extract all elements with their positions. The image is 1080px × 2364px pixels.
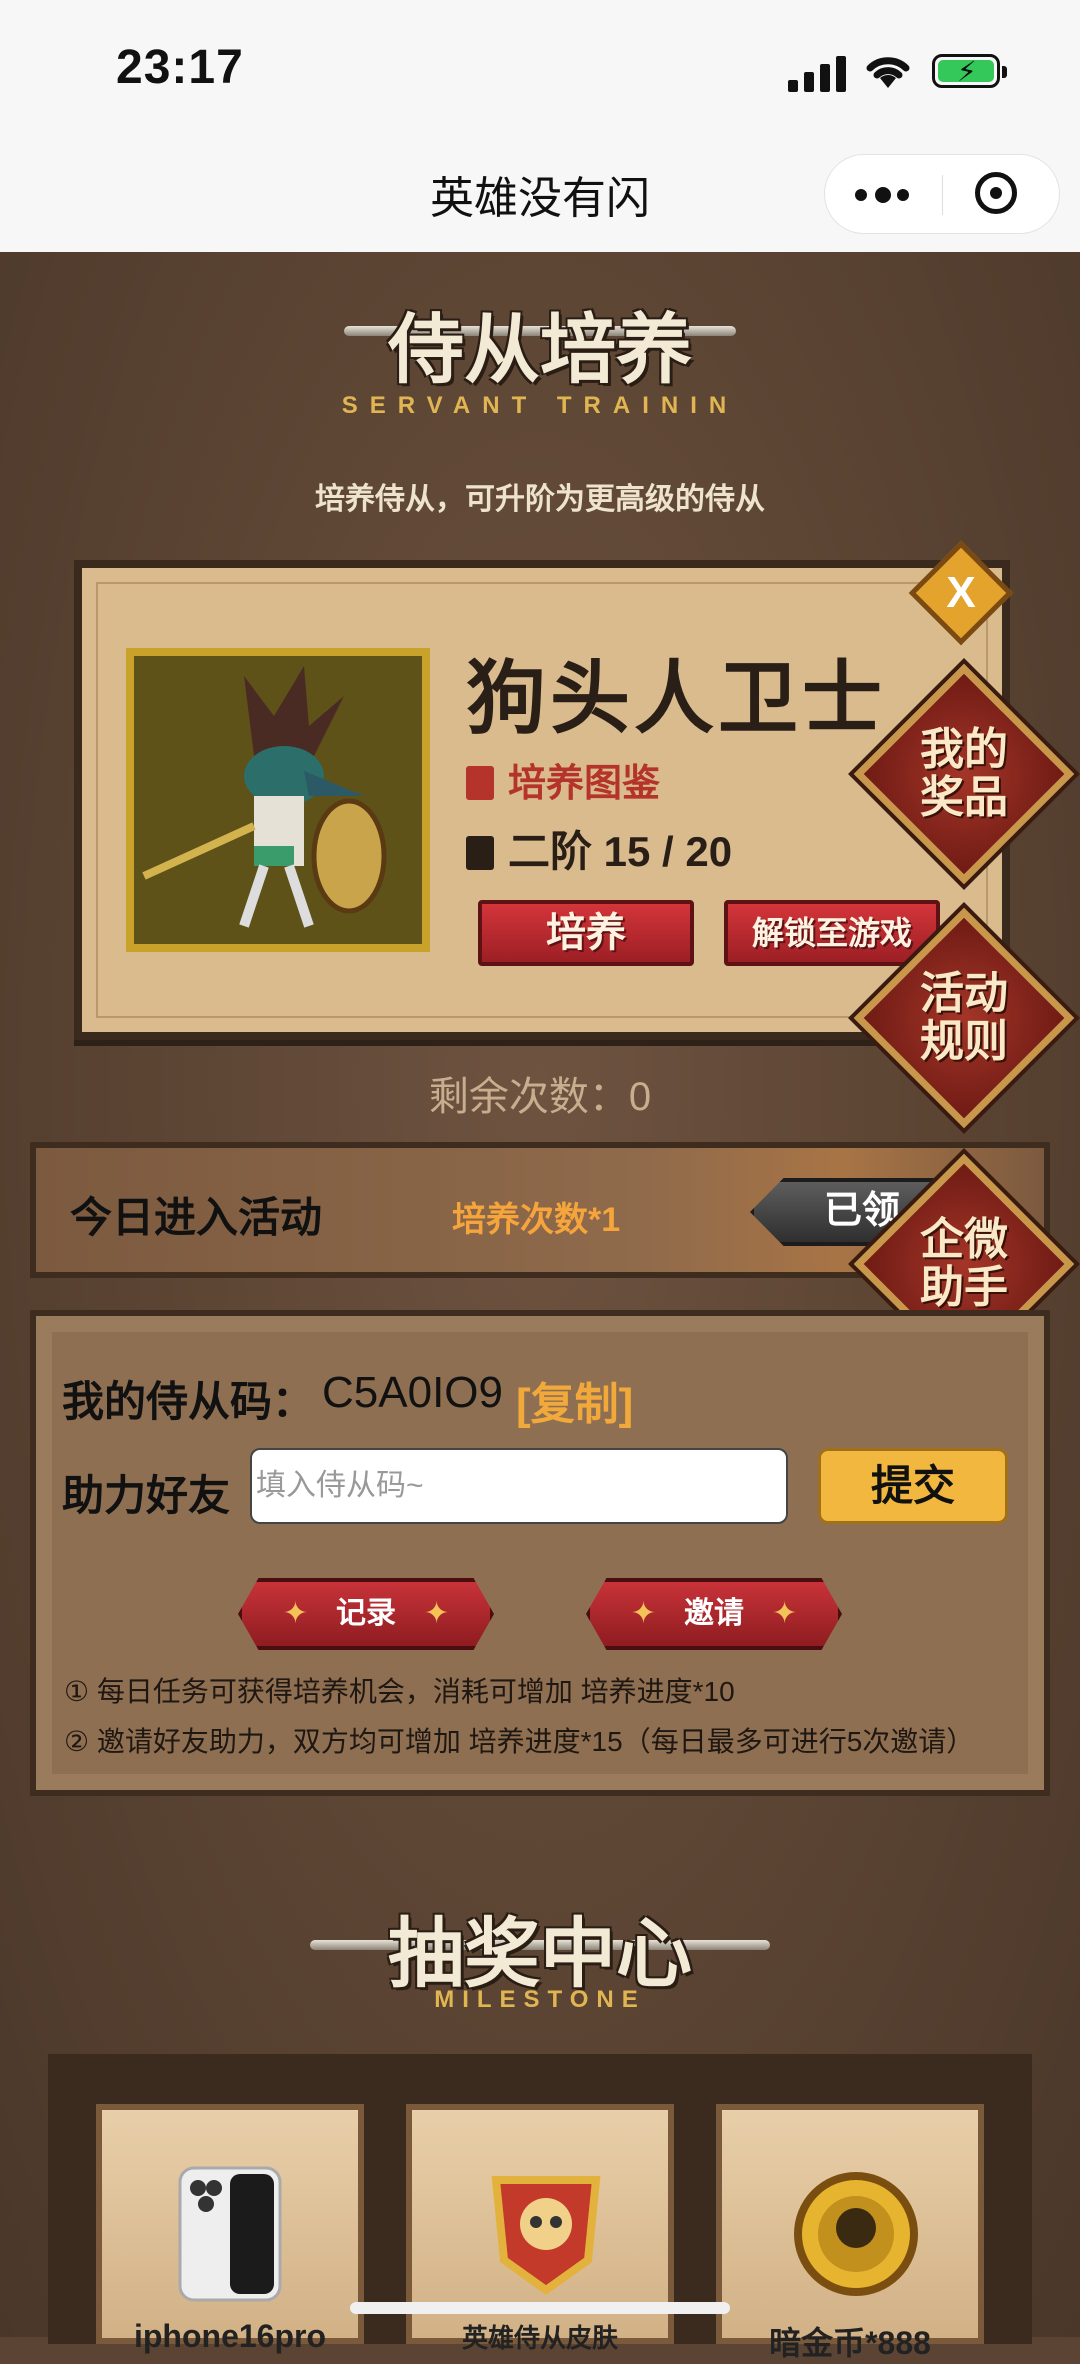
my-code-value: C5A0IO9 [322,1368,503,1417]
lottery-subtitle: MILESTONE [434,1986,646,2013]
book-icon [466,836,494,870]
close-icon: X [946,568,976,617]
close-mini-program-icon[interactable] [975,172,1017,214]
invite-button[interactable]: ✦ 邀请 ✦ [586,1578,842,1650]
book-icon [466,766,494,800]
star-icon: ✦ [424,1597,450,1630]
prize-label: 暗金币*888 [769,2325,931,2361]
prize-card[interactable] [96,2104,364,2344]
status-bar: 23:17 ⚡ [0,0,1080,140]
signal-icon [788,52,848,92]
star-icon: ✦ [630,1597,656,1630]
mini-program-capsule [824,154,1060,234]
train-button[interactable]: 培养 [478,900,694,966]
battery-icon: ⚡ [932,54,1007,88]
rule-item: ① 每日任务可获得培养机会，消耗可增加 培养进度*10 [64,1676,735,1707]
star-icon: ✦ [282,1597,308,1630]
copy-code-link[interactable]: [复制] [516,1368,633,1432]
atlas-label: 培养图鉴 [508,763,661,805]
my-code-label: 我的侍从码： [62,1378,315,1425]
training-atlas-link[interactable]: 培养图鉴 [466,752,660,807]
prize-card[interactable] [716,2104,984,2344]
skull-coin-icon [794,2172,918,2296]
today-activity-label: 今日进入活动 [70,1194,323,1241]
kobold-guard-image [134,656,422,944]
wifi-icon [866,57,910,88]
my-prizes-label: 我的 奖品 [920,725,1008,822]
unlock-to-game-button[interactable]: 解锁至游戏 [724,900,940,966]
servant-level: 二阶 15 / 20 [466,818,732,879]
servant-portrait [126,648,430,952]
level-label: 二阶 15 / 20 [508,828,733,875]
tagline: 培养侍从，可升阶为更高级的侍从 [315,483,765,516]
servant-training-title: 侍从培养 [388,308,692,393]
wecom-assistant-label: 企微 助手 [920,1215,1008,1312]
submit-button[interactable]: 提交 [818,1448,1008,1524]
today-reward: 培养次数*1 [452,1201,621,1239]
more-icon[interactable] [855,181,911,209]
help-friend-label: 助力好友 [62,1472,231,1519]
phone-icon [178,2166,282,2302]
home-indicator [350,2302,730,2314]
skull-shield-icon [491,2176,601,2295]
activity-rules-label: 活动 规则 [920,969,1008,1066]
remaining-count: 剩余次数：0 [428,1075,652,1119]
star-icon: ✦ [772,1597,798,1630]
servant-code-input[interactable] [250,1448,788,1524]
status-time: 23:17 [116,41,244,94]
record-button[interactable]: ✦ 记录 ✦ [238,1578,494,1650]
rule-item: ② 邀请好友助力，双方均可增加 培养进度*15（每日最多可进行5次邀请） [64,1726,975,1757]
servant-name: 狗头人卫士 [466,654,886,743]
servant-training-subtitle: SERVANT TRAININ [341,392,739,419]
